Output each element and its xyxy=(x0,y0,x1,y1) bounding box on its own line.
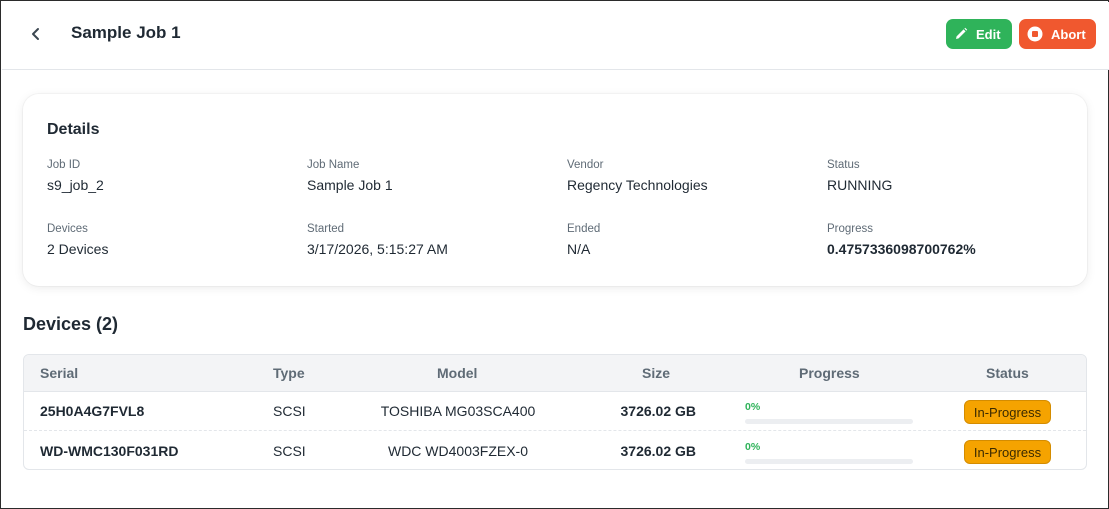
field-label: Status xyxy=(827,159,860,171)
cell-model: WDC WD4003FZEX-0 xyxy=(387,443,529,459)
field-value: 3/17/2026, 5:15:27 AM xyxy=(307,241,448,257)
status-badge: In-Progress xyxy=(964,400,1051,424)
field-job-id: Job ID s9_job_2 xyxy=(47,159,104,193)
details-title: Details xyxy=(47,121,100,138)
abort-button[interactable]: Abort xyxy=(1019,19,1096,49)
progress-percent: 0% xyxy=(745,441,761,453)
chevron-left-icon xyxy=(32,28,39,40)
field-progress: Progress 0.4757336098700762% xyxy=(827,223,976,257)
column-header-model[interactable]: Model xyxy=(437,365,477,381)
field-label: Devices xyxy=(47,223,88,235)
cell-serial: 25H0A4G7FVL8 xyxy=(40,403,145,419)
page-title: Sample Job 1 xyxy=(71,23,181,42)
status-badge: In-Progress xyxy=(964,440,1051,464)
progress-percent: 0% xyxy=(745,401,761,413)
edit-button-label: Edit xyxy=(976,26,1001,42)
field-value: 0.4757336098700762% xyxy=(827,241,976,257)
field-value: 2 Devices xyxy=(47,241,109,257)
field-label: Vendor xyxy=(567,159,604,171)
field-started: Started 3/17/2026, 5:15:27 AM xyxy=(307,223,448,257)
details-card: Details Job ID s9_job_2 Job Name Sample … xyxy=(23,94,1087,286)
field-vendor: Vendor Regency Technologies xyxy=(567,159,708,193)
progress-bar xyxy=(745,419,913,424)
field-ended: Ended N/A xyxy=(567,223,600,257)
field-label: Started xyxy=(307,223,345,235)
page-header: Sample Job 1 Edit Abort xyxy=(2,2,1109,70)
devices-table: Serial Type Model Size Progress Status 2… xyxy=(23,354,1087,470)
column-header-status[interactable]: Status xyxy=(986,365,1029,381)
table-row[interactable]: WD-WMC130F031RD SCSI WDC WD4003FZEX-0 37… xyxy=(24,432,1086,469)
column-header-size[interactable]: Size xyxy=(642,365,670,381)
cell-size: 3726.02 GB xyxy=(620,443,697,459)
cell-size: 3726.02 GB xyxy=(620,403,697,419)
progress-bar xyxy=(745,459,913,464)
field-value: s9_job_2 xyxy=(47,177,104,193)
edit-button[interactable]: Edit xyxy=(946,19,1012,49)
cell-serial: WD-WMC130F031RD xyxy=(40,443,179,459)
field-status: Status RUNNING xyxy=(827,159,892,193)
field-label: Ended xyxy=(567,223,601,235)
table-row[interactable]: 25H0A4G7FVL8 SCSI TOSHIBA MG03SCA400 372… xyxy=(24,392,1086,431)
field-value: Regency Technologies xyxy=(567,177,708,193)
column-header-serial[interactable]: Serial xyxy=(40,365,78,381)
field-job-name: Job Name Sample Job 1 xyxy=(307,159,393,193)
table-header: Serial Type Model Size Progress Status xyxy=(24,355,1086,392)
field-devices: Devices 2 Devices xyxy=(47,223,108,257)
field-value: Sample Job 1 xyxy=(307,177,393,193)
column-header-type[interactable]: Type xyxy=(273,365,305,381)
app-frame: Sample Job 1 Edit Abort Details Job ID s… xyxy=(0,0,1109,509)
field-label: Job Name xyxy=(307,159,360,171)
column-header-progress[interactable]: Progress xyxy=(799,365,860,381)
field-value: RUNNING xyxy=(827,177,893,193)
cell-model: TOSHIBA MG03SCA400 xyxy=(380,403,536,419)
abort-button-label: Abort xyxy=(1051,26,1086,42)
field-value: N/A xyxy=(567,241,591,257)
back-button[interactable] xyxy=(24,22,48,46)
pencil-icon xyxy=(954,26,968,42)
cell-type: SCSI xyxy=(273,403,306,419)
cell-type: SCSI xyxy=(273,443,306,459)
devices-section-title: Devices (2) xyxy=(23,314,119,334)
field-label: Job ID xyxy=(47,159,81,171)
field-label: Progress xyxy=(827,223,874,235)
stop-circle-icon xyxy=(1027,26,1043,42)
